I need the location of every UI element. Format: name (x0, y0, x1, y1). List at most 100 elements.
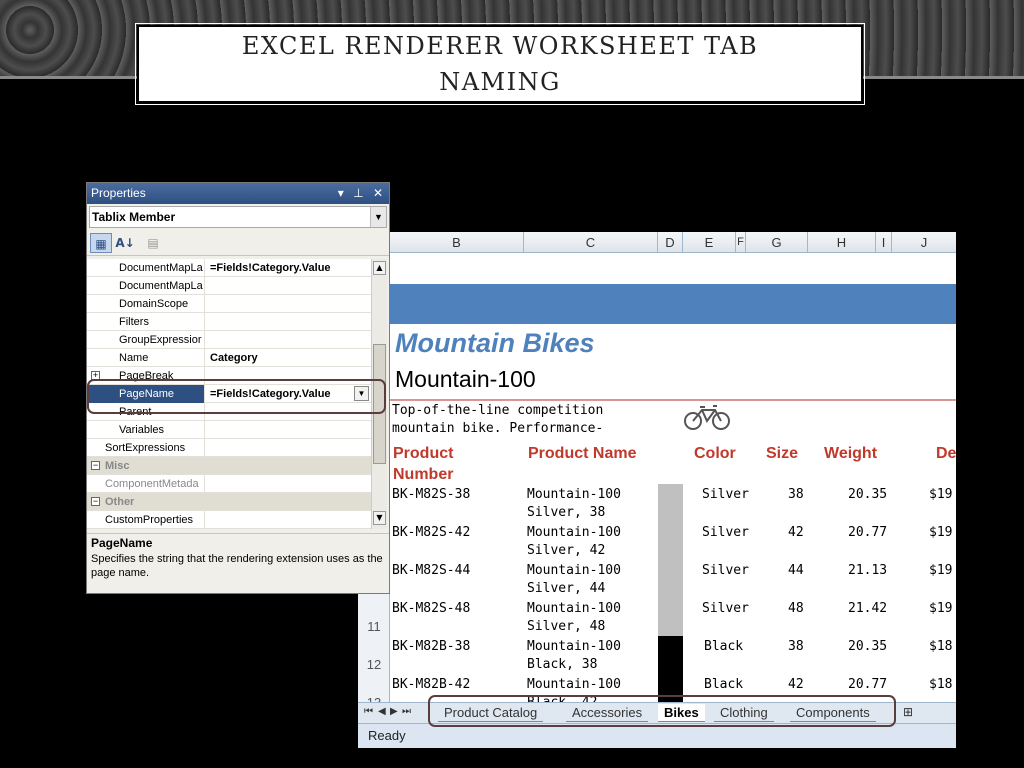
properties-title: Properties (91, 186, 146, 200)
column-header-h[interactable]: H (808, 232, 876, 253)
cell-weight[interactable]: 20.77 (848, 524, 887, 542)
cell-weight[interactable]: 21.13 (848, 562, 887, 580)
header-color: Color (694, 445, 736, 462)
category-other[interactable]: − Other (87, 493, 371, 511)
column-header-d[interactable]: D (658, 232, 683, 253)
cell-size[interactable]: 42 (788, 524, 804, 542)
cell-product-name[interactable]: Mountain-100 (527, 562, 621, 580)
property-pages-icon[interactable]: ▤ (142, 233, 164, 253)
cell-color[interactable]: Silver (702, 600, 749, 618)
row-number[interactable]: 11 (358, 619, 390, 634)
scroll-up-icon[interactable]: ▲ (373, 261, 386, 275)
cell-price[interactable]: $19 (929, 562, 952, 580)
cell-product-name-2[interactable]: Silver, 48 (527, 618, 605, 636)
color-swatch-silver (658, 484, 683, 636)
row-number[interactable]: 12 (358, 657, 390, 672)
cell-product-name-2[interactable]: Silver, 44 (527, 580, 605, 598)
prev-sheet-icon[interactable]: ◀ (378, 706, 386, 717)
cell-weight[interactable]: 21.42 (848, 600, 887, 618)
cell-size[interactable]: 42 (788, 676, 804, 694)
cell-product-name[interactable]: Mountain-100 (527, 600, 621, 618)
window-position-icon[interactable]: ▾ (338, 186, 344, 200)
column-header-b[interactable]: B (390, 232, 524, 253)
cell-product-name[interactable]: Mountain-100 (527, 524, 621, 542)
cell-size[interactable]: 38 (788, 638, 804, 656)
first-sheet-icon[interactable]: ⏮ (364, 706, 373, 717)
column-header-f[interactable]: F (736, 232, 746, 253)
property-row[interactable]: Variables (87, 421, 371, 439)
cell-weight[interactable]: 20.35 (848, 486, 887, 504)
header-weight: Weight (824, 445, 878, 462)
cell-size[interactable]: 38 (788, 486, 804, 504)
scroll-down-icon[interactable]: ▼ (373, 511, 386, 525)
cell-product-number[interactable]: BK-M82S-42 (392, 524, 470, 542)
bicycle-icon (684, 405, 730, 430)
cell-price[interactable]: $19 (929, 524, 952, 542)
cell-product-name-2[interactable]: Silver, 42 (527, 542, 605, 560)
close-icon[interactable]: ✕ (373, 186, 383, 200)
cell-price[interactable]: $19 (929, 486, 952, 504)
status-text: Ready (368, 728, 406, 743)
header-color-band (390, 284, 956, 324)
cell-product-number[interactable]: BK-M82S-38 (392, 486, 470, 504)
cell-price[interactable]: $18 (929, 638, 952, 656)
header-size: Size (766, 445, 799, 462)
column-header-c[interactable]: C (524, 232, 658, 253)
column-header-i[interactable]: I (876, 232, 892, 253)
color-swatch-black (658, 636, 683, 702)
cell-product-name-2[interactable]: Black, 38 (527, 656, 597, 674)
description-text: Specifies the string that the rendering … (91, 553, 383, 579)
property-row[interactable]: CustomProperties (87, 511, 371, 529)
pagename-highlight (87, 379, 386, 414)
property-row[interactable]: Filters (87, 313, 371, 331)
property-row[interactable]: Name Category (87, 349, 371, 367)
categorized-icon[interactable]: ▦ (90, 233, 112, 253)
cell-color[interactable]: Silver (702, 524, 749, 542)
cell-product-name[interactable]: Mountain-100 (527, 638, 621, 656)
pin-icon[interactable]: ⊥ (353, 186, 363, 200)
cell-weight[interactable]: 20.35 (848, 638, 887, 656)
insert-sheet-icon[interactable]: ⊞ (903, 705, 913, 719)
cell-product-name[interactable]: Mountain-100 (527, 676, 621, 694)
property-row[interactable]: DocumentMapLa =Fields!Category.Value (87, 259, 371, 277)
column-header-e[interactable]: E (683, 232, 736, 253)
cell-color[interactable]: Black (704, 638, 743, 656)
cell-product-number[interactable]: BK-M82B-42 (392, 676, 470, 694)
section-title: Mountain Bikes (395, 328, 595, 358)
column-header-j[interactable]: J (892, 232, 956, 253)
sheet-tabs-highlight (428, 695, 896, 727)
excel-window: B C D E F G H I J 11 12 13 Mountain Bike… (358, 232, 956, 748)
cell-color[interactable]: Silver (702, 486, 749, 504)
divider-line (390, 399, 956, 401)
property-row[interactable]: GroupExpressior (87, 331, 371, 349)
cell-product-name[interactable]: Mountain-100 (527, 486, 621, 504)
cell-price[interactable]: $18 (929, 676, 952, 694)
property-row[interactable]: ComponentMetada (87, 475, 371, 493)
sort-alphabetical-icon[interactable]: A↓ (114, 233, 136, 253)
cell-color[interactable]: Black (704, 676, 743, 694)
last-sheet-icon[interactable]: ⏭ (402, 706, 411, 717)
cell-product-number[interactable]: BK-M82S-48 (392, 600, 470, 618)
property-row[interactable]: DomainScope (87, 295, 371, 313)
next-sheet-icon[interactable]: ▶ (390, 706, 398, 717)
category-misc[interactable]: − Misc (87, 457, 371, 475)
column-header-g[interactable]: G (746, 232, 808, 253)
cell-size[interactable]: 48 (788, 600, 804, 618)
cell-price[interactable]: $19 (929, 600, 952, 618)
object-selector[interactable]: Tablix Member ▼ (89, 206, 387, 228)
cell-color[interactable]: Silver (702, 562, 749, 580)
cell-size[interactable]: 44 (788, 562, 804, 580)
object-selector-value: Tablix Member (92, 210, 176, 224)
chevron-down-icon[interactable]: ▼ (370, 207, 386, 227)
slide-title-box: EXCEL RENDERER WORKSHEET TAB NAMING (135, 23, 865, 105)
cell-weight[interactable]: 20.77 (848, 676, 887, 694)
property-row[interactable]: DocumentMapLa (87, 277, 371, 295)
cell-product-number[interactable]: BK-M82B-38 (392, 638, 470, 656)
cell-product-name-2[interactable]: Silver, 38 (527, 504, 605, 522)
cell-product-number[interactable]: BK-M82S-44 (392, 562, 470, 580)
model-name: Mountain-100 (395, 366, 536, 392)
description-pane: PageName Specifies the string that the r… (87, 533, 389, 593)
property-row[interactable]: SortExpressions (87, 439, 371, 457)
properties-toolbar: ▦ A↓ ▤ (87, 230, 389, 256)
model-description: Top-of-the-line competition mountain bik… (392, 403, 604, 436)
